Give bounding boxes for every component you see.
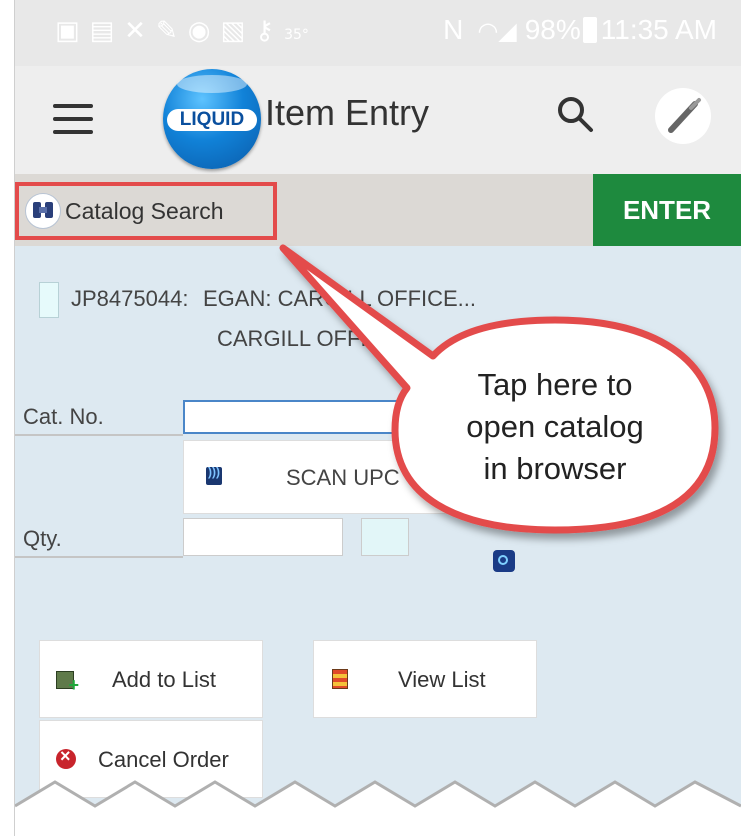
app-screen: ▣▤✕✎◉▧⚷35° N ◠◢ 98% 11:35 AM LIQUID Item En… — [14, 0, 741, 836]
callout-line2: open catalog — [466, 409, 644, 444]
callout-line3: in browser — [483, 451, 627, 486]
callout-text: Tap here to open catalog in browser — [395, 364, 715, 490]
callout-line1: Tap here to — [477, 367, 633, 402]
torn-edge — [15, 780, 741, 836]
